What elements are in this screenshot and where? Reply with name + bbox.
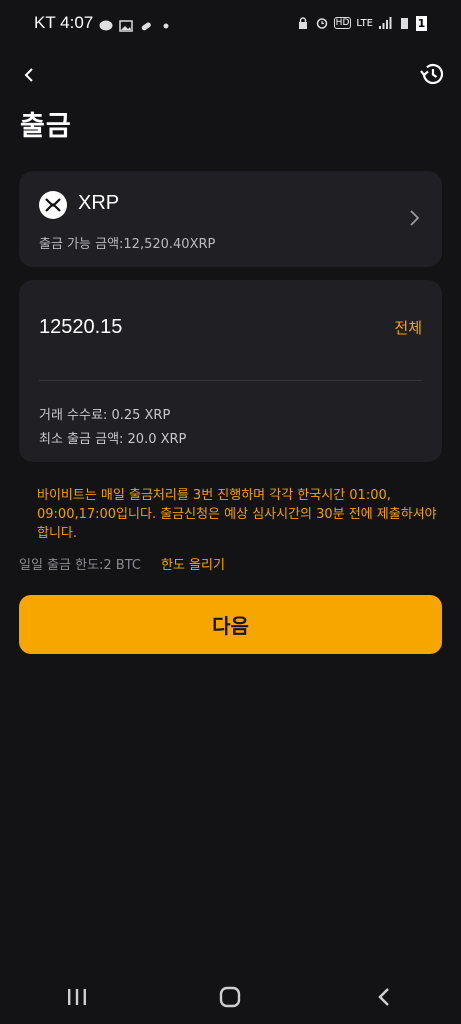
chevron-left-icon xyxy=(24,68,33,82)
signal-icon xyxy=(378,17,392,29)
xrp-logo-icon xyxy=(39,191,67,219)
transaction-fee: 거래 수수료: 0.25 XRP xyxy=(39,408,171,423)
daily-limit-label: 일일 출금 한도:2 BTC xyxy=(19,558,141,573)
hd-badge: HD xyxy=(333,17,352,29)
minimum-withdrawal: 최소 출금 금액: 20.0 XRP xyxy=(39,432,187,447)
amount-card: 전체 거래 수수료: 0.25 XRP 최소 출금 금액: 20.0 XRP xyxy=(19,280,442,462)
back-arrow-icon xyxy=(378,988,389,1006)
home-button[interactable] xyxy=(200,977,260,1017)
coin-selector[interactable]: XRP 출금 가능 금액:12,520.40XRP xyxy=(19,171,442,267)
status-right: HD LTE 1 xyxy=(296,15,427,31)
pill-icon xyxy=(139,17,153,31)
page-title: 출금 xyxy=(20,111,72,142)
back-button[interactable] xyxy=(14,60,44,90)
recent-apps-icon xyxy=(67,989,86,1005)
recent-apps-button[interactable] xyxy=(47,977,107,1017)
battery-icon xyxy=(397,17,411,29)
image-icon xyxy=(119,17,133,32)
notification-count-badge: 1 xyxy=(416,15,427,31)
status-bar: KT 4:07 HD LTE 1 xyxy=(0,0,461,46)
network-type: LTE xyxy=(356,17,373,29)
amount-input[interactable] xyxy=(39,316,359,339)
back-nav-button[interactable] xyxy=(354,977,414,1017)
dot-icon xyxy=(159,17,173,29)
daily-limit-row: 일일 출금 한도:2 BTC 한도 올리기 xyxy=(19,554,225,573)
system-nav-bar xyxy=(0,970,461,1024)
chevron-right-icon xyxy=(410,210,420,226)
next-button[interactable]: 다음 xyxy=(19,595,442,654)
home-icon xyxy=(220,986,241,1008)
max-amount-button[interactable]: 전체 xyxy=(394,317,422,338)
available-balance: 출금 가능 금액:12,520.40XRP xyxy=(39,237,216,252)
lock-icon xyxy=(296,17,310,29)
withdrawal-notice: 바이비트는 매일 출금처리를 3번 진행하며 각각 한국시간 01:00, 09… xyxy=(37,488,437,541)
coin-name: XRP xyxy=(78,192,120,214)
status-time: KT 4:07 xyxy=(34,13,94,32)
chat-icon xyxy=(99,17,113,31)
raise-limit-link[interactable]: 한도 올리기 xyxy=(161,554,225,573)
history-icon xyxy=(420,63,444,85)
status-left: KT 4:07 xyxy=(34,13,173,33)
divider xyxy=(39,380,422,381)
history-button[interactable] xyxy=(416,58,448,90)
alarm-icon xyxy=(315,17,329,29)
